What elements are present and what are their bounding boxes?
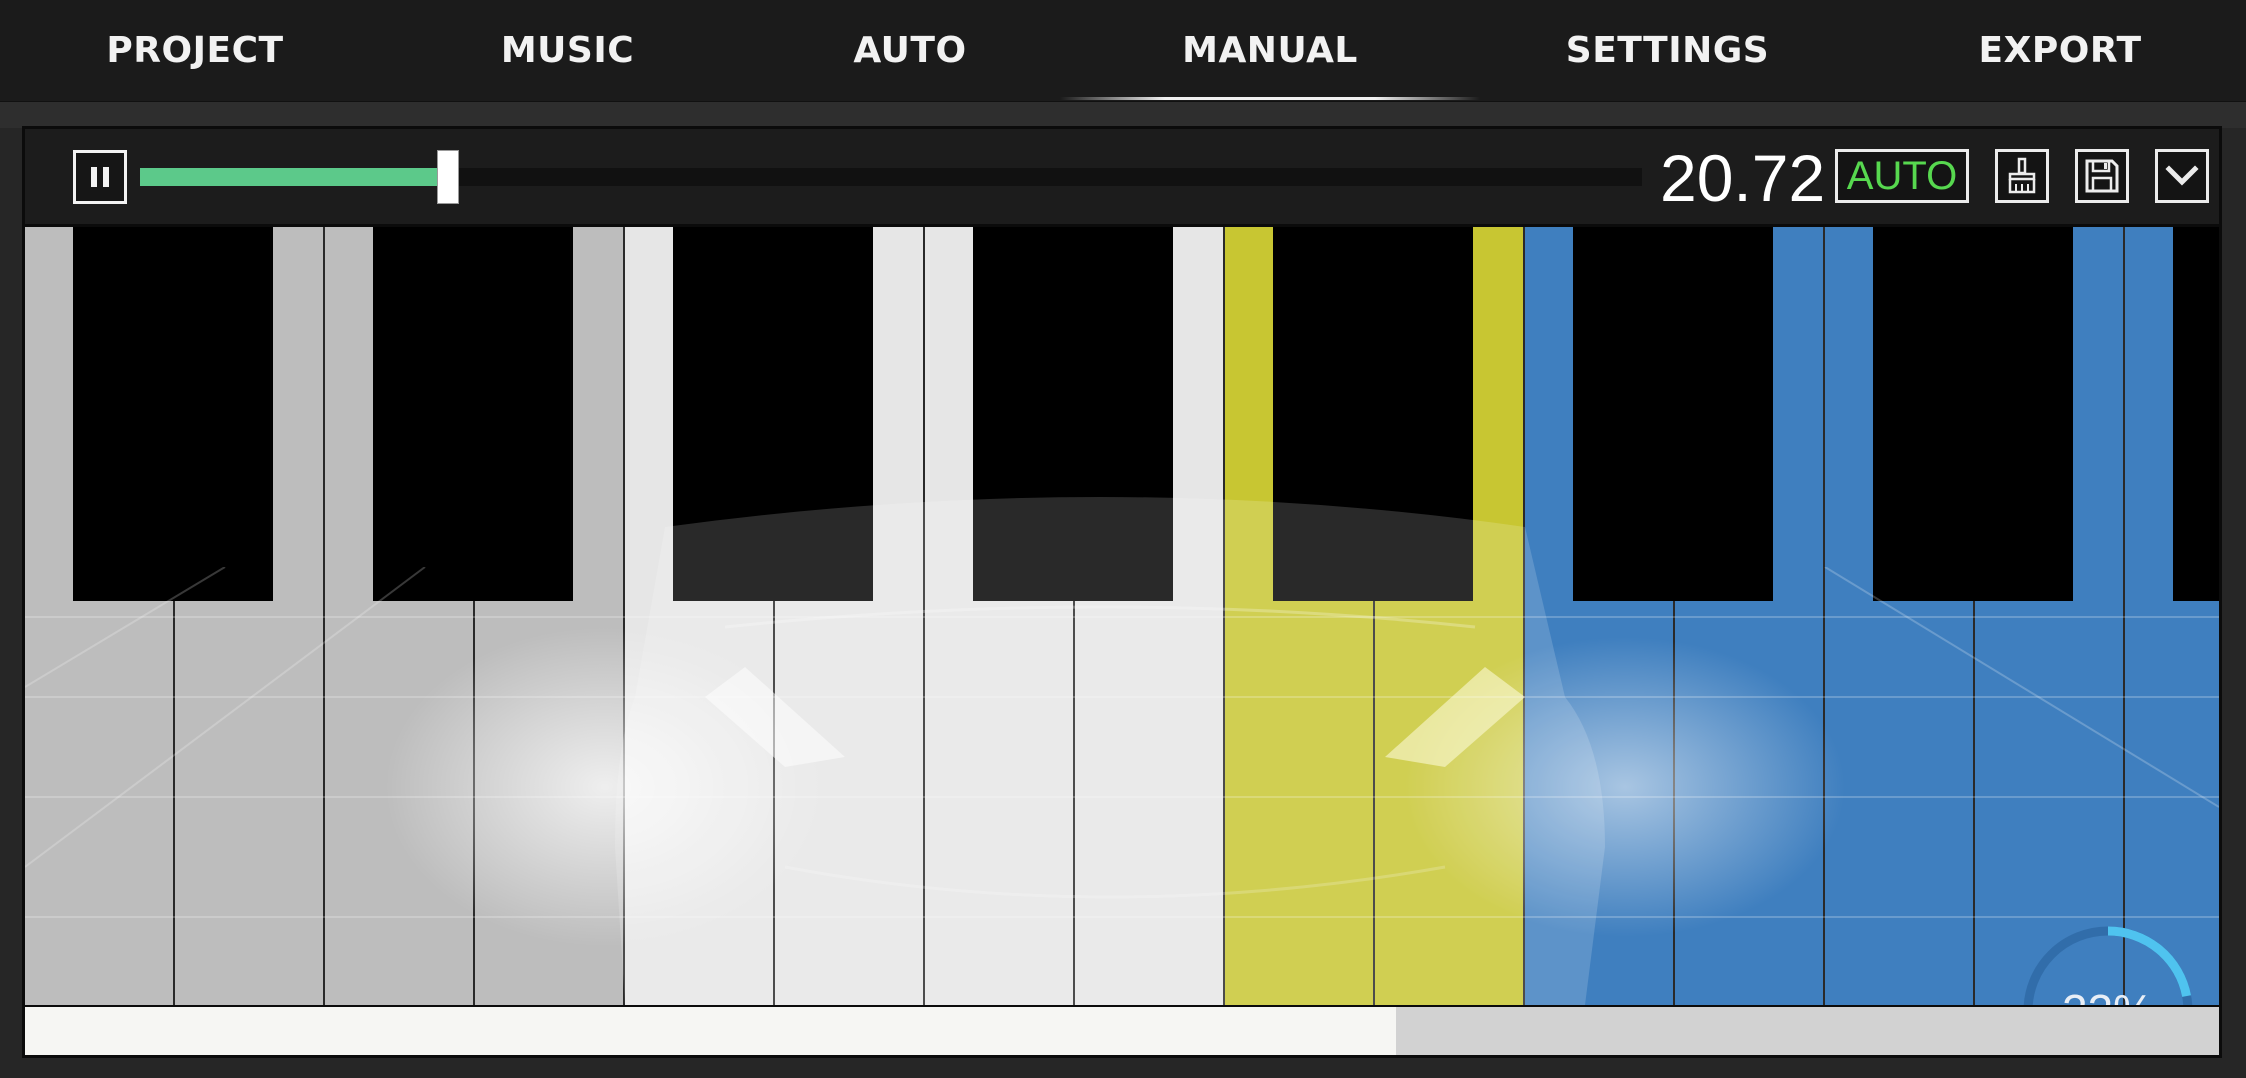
black-key[interactable] — [1573, 227, 1773, 601]
time-readout: 20.72 — [1660, 141, 1826, 215]
tab-project[interactable]: PROJECT — [60, 26, 330, 76]
black-key[interactable] — [1873, 227, 2073, 601]
save-button[interactable] — [2075, 149, 2129, 203]
save-icon — [2085, 159, 2119, 193]
manual-editor-panel: 20.72 AUTO — [22, 126, 2222, 1058]
nav-spacer — [0, 102, 2246, 128]
tab-music[interactable]: MUSIC — [440, 26, 695, 76]
timeline-scrollbar[interactable] — [25, 1005, 2219, 1055]
black-key[interactable] — [1273, 227, 1473, 601]
top-nav: PROJECT MUSIC AUTO MANUAL SETTINGS EXPOR… — [0, 0, 2246, 102]
black-key[interactable] — [973, 227, 1173, 601]
timeline-scrollbar-thumb[interactable] — [25, 1007, 1397, 1055]
progress-ring-label: 22% — [2018, 921, 2198, 1005]
black-key[interactable] — [673, 227, 873, 601]
tab-export[interactable]: EXPORT — [1960, 26, 2160, 76]
seek-slider-handle[interactable] — [436, 150, 459, 204]
active-tab-indicator — [1060, 97, 1480, 100]
tab-settings[interactable]: SETTINGS — [1545, 26, 1790, 76]
light-keyboard[interactable]: 22% — [25, 227, 2219, 1005]
tab-auto[interactable]: AUTO — [800, 26, 1020, 76]
black-key[interactable] — [73, 227, 273, 601]
processing-progress-ring: 22% — [2018, 921, 2198, 1005]
auto-mode-button[interactable]: AUTO — [1835, 149, 1969, 203]
black-key[interactable] — [2173, 227, 2219, 601]
brush-icon — [2008, 157, 2036, 194]
seek-slider-fill — [140, 168, 448, 186]
black-key[interactable] — [373, 227, 573, 601]
tab-manual[interactable]: MANUAL — [1140, 26, 1400, 76]
clear-button[interactable] — [1995, 149, 2049, 203]
playback-toolbar: 20.72 AUTO — [25, 129, 2219, 227]
chevron-down-icon — [2165, 165, 2199, 186]
pause-button[interactable] — [73, 150, 127, 204]
expand-menu-button[interactable] — [2155, 149, 2209, 203]
seek-slider[interactable] — [140, 168, 1642, 186]
